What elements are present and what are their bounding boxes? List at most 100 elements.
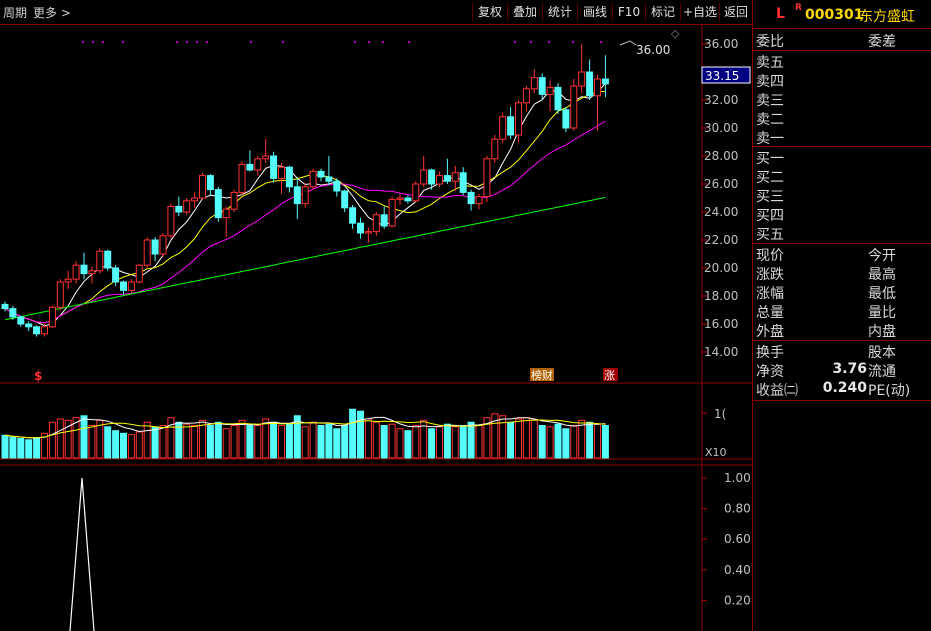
sell-level-label: 卖二 [756,112,784,128]
buy-level-5: 买五 [753,224,931,243]
period-selector[interactable]: 周期 [3,4,27,21]
volume-bar [530,419,538,459]
candle [230,191,238,210]
fund-label: 收益㈡ [756,383,798,399]
volume-bar [546,426,554,459]
candle [72,264,80,280]
quote-row-volume: 总量 量比 [753,302,931,321]
volume-bar [167,417,175,459]
buy-level-label: 买三 [756,189,784,205]
fuquan-button[interactable]: 复权 [472,3,507,21]
overlay-button[interactable]: 叠加 [507,3,542,21]
quote-label: 今开 [868,248,896,264]
order-ratio-label: 委比 [756,34,784,50]
candle [404,197,412,202]
price-tick-label: 30.00 [704,121,738,135]
sell-level-label: 卖五 [756,55,784,71]
market-flag: L [776,6,785,22]
price-tick-label: 32.00 [704,93,738,107]
volume-bar [467,421,475,459]
volume-bar [246,423,254,459]
volume-bar [515,418,522,459]
candle [436,175,443,185]
buy-level-label: 买四 [756,208,784,224]
volume-bar [412,425,420,459]
volume-bar [238,419,246,459]
quote-label: 内盘 [868,324,896,340]
volume-bar [341,425,349,459]
price-tick-label: 28.00 [704,149,738,163]
volume-bar [428,428,436,459]
candle [578,71,586,87]
order-diff-label: 委差 [868,34,896,50]
sell-level-2: 卖二 [753,109,931,128]
indicator-tick-label: 0.80 [724,502,751,516]
volume-bar [278,425,285,459]
statistics-button[interactable]: 统计 [542,3,577,21]
volume-bar [436,426,443,459]
candle [151,239,159,255]
volume-bar [143,421,151,459]
dividend-marker[interactable]: $ [34,369,42,383]
candle [530,77,538,90]
mark-button[interactable]: 标记 [645,3,680,21]
stock-code[interactable]: 000301 [805,7,863,23]
volume-bar [317,425,325,459]
volume-bar [451,426,459,459]
volume-bar [254,425,262,459]
price-tick-label: 18.00 [704,289,738,303]
draw-line-button[interactable]: 画线 [577,3,612,21]
candle [175,205,183,213]
volume-bar [80,415,88,459]
candle [546,86,554,95]
rise-marker[interactable]: 涨 [604,369,615,382]
volume-bar [570,425,578,459]
volume-bar [222,428,230,459]
quote-label: 总量 [756,305,784,321]
diamond-icon[interactable]: ◇ [671,27,680,40]
candle [238,163,246,193]
more-menu[interactable]: 更多 > [33,4,71,21]
add-watchlist-button[interactable]: +自选 [680,3,719,21]
volume-bar [309,421,317,459]
candle [96,250,104,272]
volume-bar [285,423,293,459]
volume-bar [443,423,451,459]
candle [459,172,467,193]
price-chart[interactable]: 36.0034.0032.0030.0028.0026.0024.0022.00… [0,25,752,631]
back-button[interactable]: 返回 [719,3,752,21]
f10-button[interactable]: F10 [612,3,645,21]
candle [254,158,262,171]
volume-bar [206,425,214,459]
chart-toolbar: 周期 更多 > 复权 叠加 统计 画线 F10 标记 +自选 返回 [0,0,752,25]
candle [349,207,357,224]
sell-level-5: 卖五 [753,52,931,71]
candle [491,138,499,160]
current-price-label: 33.15 [705,69,739,83]
candle [270,155,278,179]
ranking-marker[interactable]: 榜财 [531,368,553,382]
volume-bar [48,421,56,459]
net-asset-value: 3.76 [832,361,867,377]
price-tick-label: 16.00 [704,317,738,331]
candle [538,77,546,95]
quote-row-outer: 外盘 内盘 [753,321,931,340]
volume-bar [562,428,570,459]
sell-level-label: 卖一 [756,131,784,147]
volume-unit-label: X10 [705,446,727,459]
candle [167,205,175,237]
candle [325,176,333,182]
quote-label: 最低 [868,286,896,302]
indicator-tick-label: 0.40 [724,563,751,577]
volume-axis-label: 1( [714,407,726,421]
divider [753,243,931,244]
price-grid [0,25,752,631]
fund-label: 换手 [756,345,784,361]
volume-bar [372,421,380,459]
indicator-tick-label: 1.00 [724,471,751,485]
price-tick-label: 26.00 [704,177,738,191]
divider [753,340,931,341]
stock-name[interactable]: 东方盛虹 [859,6,915,26]
volume-bar [214,421,222,459]
candle [183,200,191,213]
